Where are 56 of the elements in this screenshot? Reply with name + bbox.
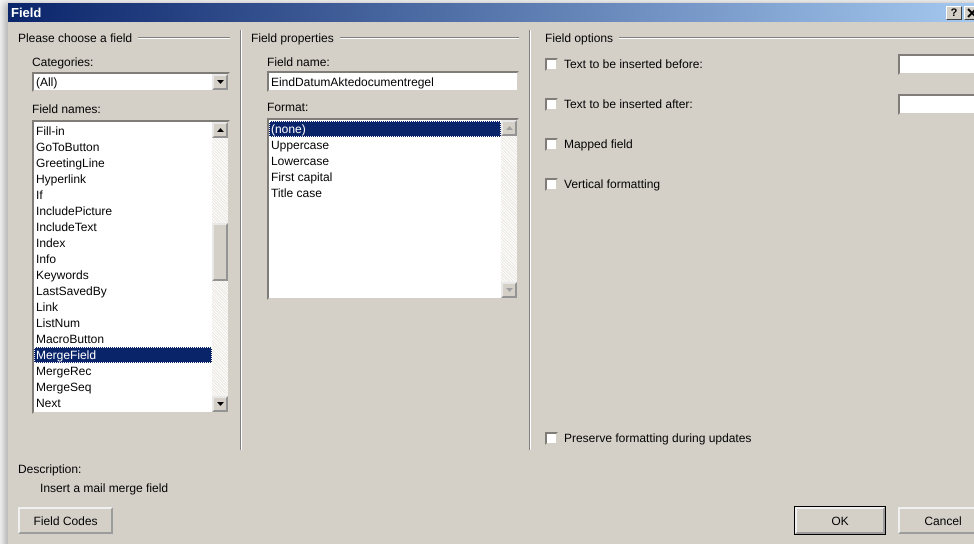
list-item[interactable]: First capital [269, 169, 501, 185]
cancel-button[interactable]: Cancel [898, 507, 974, 534]
list-item[interactable]: Title case [269, 185, 501, 201]
list-item[interactable]: Uppercase [269, 137, 501, 153]
list-item[interactable]: (none) [269, 121, 501, 137]
list-item[interactable]: GoToButton [34, 139, 212, 155]
ok-button[interactable]: OK [795, 507, 885, 534]
checkbox[interactable] [545, 432, 558, 444]
group-heading: Please choose a field [18, 31, 132, 45]
list-item[interactable]: Keywords [34, 267, 212, 283]
field-name-input[interactable]: EindDatumAktedocumentregel [267, 71, 519, 92]
list-item[interactable]: Lowercase [269, 153, 501, 169]
list-item[interactable]: Hyperlink [34, 171, 212, 187]
list-item[interactable]: GreetingLine [34, 155, 212, 171]
option-label: Mapped field [564, 137, 633, 151]
list-item[interactable]: IncludeText [34, 219, 212, 235]
format-label: Format: [267, 100, 310, 115]
categories-dropdown[interactable]: (All) [32, 72, 230, 92]
list-item[interactable]: MacroButton [34, 331, 212, 347]
text-input[interactable] [898, 54, 974, 75]
checkbox[interactable] [545, 138, 558, 150]
list-item[interactable]: MergeField [34, 347, 212, 363]
scroll-up-icon[interactable] [212, 122, 228, 138]
option-label: Vertical formatting [564, 177, 660, 191]
list-item[interactable]: IncludePicture [34, 203, 212, 219]
scroll-thumb[interactable] [212, 223, 228, 281]
list-item[interactable]: Info [34, 251, 212, 267]
field-name-label: Field name: [267, 55, 331, 70]
group-heading: Field options [545, 31, 614, 45]
group-heading: Field properties [251, 31, 334, 45]
list-item[interactable]: Index [34, 235, 212, 251]
option-label: Preserve formatting during updates [564, 431, 752, 445]
list-item[interactable]: Next [34, 395, 212, 411]
field-names-label: Field names: [32, 102, 102, 117]
list-item[interactable]: Fill-in [34, 123, 212, 139]
scrollbar[interactable] [212, 122, 228, 412]
checkbox[interactable] [545, 98, 558, 110]
help-button[interactable]: ? [946, 6, 962, 20]
description-label: Description: [18, 462, 82, 476]
description-text: Insert a mail merge field [39, 481, 170, 495]
field-codes-button[interactable]: Field Codes [18, 507, 113, 534]
window-title: Field [11, 5, 42, 20]
list-item[interactable]: If [34, 187, 212, 203]
list-item[interactable]: MergeRec [34, 363, 212, 379]
option-label: Text to be inserted before: [564, 57, 703, 71]
checkbox[interactable] [545, 178, 558, 190]
option-label: Text to be inserted after: [564, 97, 693, 111]
list-item[interactable]: MergeSeq [34, 379, 212, 395]
scroll-down-icon[interactable] [212, 396, 228, 412]
list-item[interactable]: ListNum [34, 315, 212, 331]
close-icon [967, 8, 974, 18]
checkbox[interactable] [545, 58, 558, 70]
list-item[interactable]: LastSavedBy [34, 283, 212, 299]
categories-label: Categories: [32, 55, 94, 70]
list-item[interactable]: Link [34, 299, 212, 315]
text-input[interactable] [898, 94, 974, 115]
